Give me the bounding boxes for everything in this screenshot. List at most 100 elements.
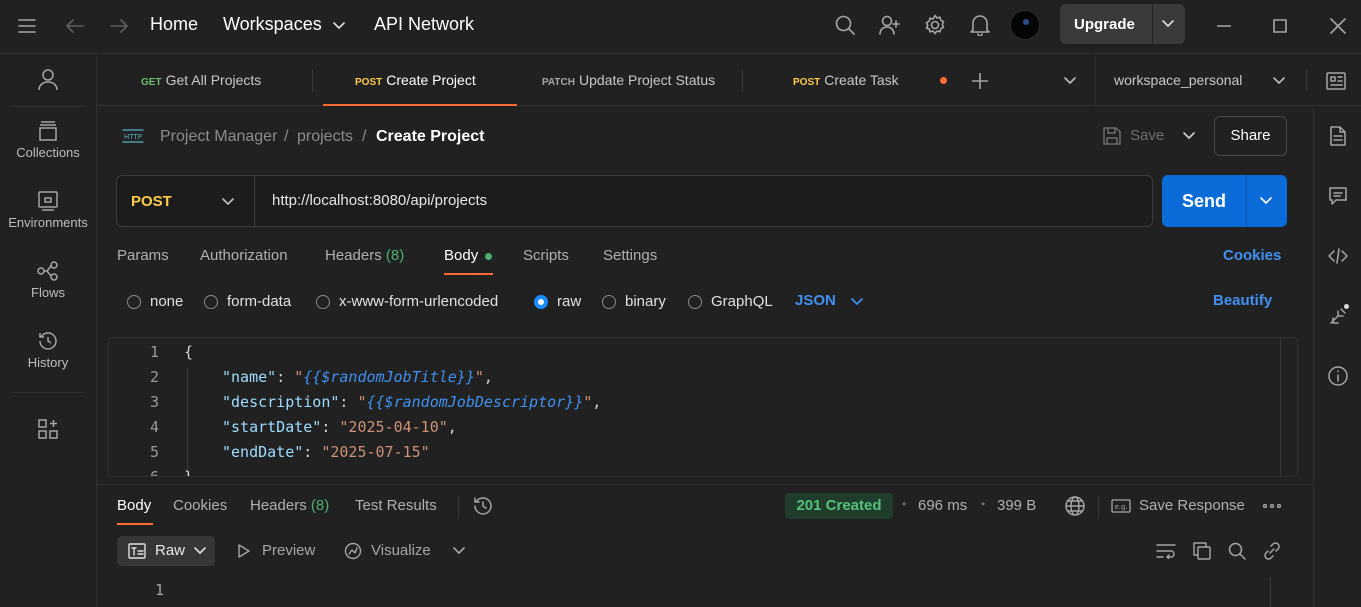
breadcrumb-folder[interactable]: projects xyxy=(297,128,353,146)
sidebar-item-history[interactable]: History xyxy=(0,331,96,370)
radio-none[interactable]: none xyxy=(127,293,183,310)
tab-update-project-status[interactable]: PATCH Update Project Status xyxy=(542,55,722,106)
search-icon[interactable] xyxy=(832,12,858,38)
status-badge[interactable]: 201 Created xyxy=(785,493,893,519)
tabs-overflow-chevron-icon[interactable] xyxy=(1062,73,1078,89)
cookies-link[interactable]: Cookies xyxy=(1223,247,1281,264)
tab-create-project[interactable]: POST Create Project xyxy=(323,55,517,106)
notifications-bell-icon[interactable] xyxy=(967,12,993,38)
api-network-link[interactable]: API Network xyxy=(374,14,474,35)
share-button[interactable]: Share xyxy=(1214,116,1287,156)
radio-label: binary xyxy=(625,293,666,310)
sidebar-item-flows[interactable]: Flows xyxy=(0,261,96,300)
view-mode-select[interactable]: Raw xyxy=(117,536,215,566)
response-history-icon[interactable] xyxy=(472,495,494,517)
save-options-chevron-icon[interactable] xyxy=(1181,128,1197,144)
radio-form-data[interactable]: form-data xyxy=(204,293,291,310)
response-scrollbar[interactable] xyxy=(1270,577,1271,607)
method-chevron-down-icon[interactable] xyxy=(221,195,235,209)
http-request-icon: HTTP xyxy=(120,126,146,146)
related-requests-icon[interactable] xyxy=(1326,304,1350,328)
configure-sidebar-button[interactable] xyxy=(0,419,96,439)
upgrade-button[interactable]: Upgrade xyxy=(1060,4,1185,44)
editor-scrollbar[interactable] xyxy=(1280,338,1281,476)
response-tab-headers[interactable]: Headers (8) xyxy=(250,497,329,514)
view-mode-label: Raw xyxy=(155,542,186,559)
tab-params[interactable]: Params xyxy=(117,247,169,264)
new-tab-plus-icon[interactable] xyxy=(970,71,990,91)
code-snippet-icon[interactable] xyxy=(1326,244,1350,268)
workspaces-menu[interactable]: Workspaces xyxy=(223,14,322,35)
json-string: "2025-07-15" xyxy=(321,443,430,461)
environment-selector[interactable]: workspace_personal xyxy=(1114,72,1294,92)
response-divider[interactable] xyxy=(97,484,1313,485)
sidebar-item-collections[interactable]: Collections xyxy=(0,121,96,160)
search-response-icon[interactable] xyxy=(1226,540,1248,562)
method-select[interactable]: POST xyxy=(131,193,172,210)
menu-icon[interactable] xyxy=(14,14,40,38)
line-number: 1 xyxy=(149,343,159,361)
tab-scripts[interactable]: Scripts xyxy=(523,247,569,264)
line-number: 5 xyxy=(149,443,159,461)
comments-icon[interactable] xyxy=(1326,184,1350,208)
response-tab-body[interactable]: Body xyxy=(117,497,151,514)
maximize-icon[interactable] xyxy=(1268,14,1292,38)
request-body-editor[interactable]: 1 2 3 4 5 6 { "name": "{{$randomJobTitle… xyxy=(108,337,1298,477)
line-number: 2 xyxy=(149,368,159,386)
send-button[interactable]: Send xyxy=(1162,175,1287,227)
chevron-down-icon[interactable] xyxy=(331,18,347,34)
tab-label: Create Project xyxy=(386,72,476,88)
top-bar: Home Workspaces API Network Upgrade xyxy=(0,0,1361,54)
preview-button[interactable]: Preview xyxy=(236,540,326,562)
back-arrow-icon[interactable] xyxy=(62,14,88,38)
minimize-icon[interactable] xyxy=(1212,14,1236,38)
settings-gear-icon[interactable] xyxy=(922,12,948,38)
response-tab-cookies[interactable]: Cookies xyxy=(173,497,227,514)
close-icon[interactable] xyxy=(1326,14,1350,38)
radio-binary[interactable]: binary xyxy=(602,293,666,310)
radio-raw[interactable]: raw xyxy=(534,293,581,310)
forward-arrow-icon[interactable] xyxy=(106,14,132,38)
response-size[interactable]: 399 B xyxy=(997,497,1036,514)
account-icon-button[interactable] xyxy=(0,69,96,91)
radio-urlencoded[interactable]: x-www-form-urlencoded xyxy=(316,293,498,310)
tab-authorization[interactable]: Authorization xyxy=(200,247,288,264)
radio-graphql[interactable]: GraphQL xyxy=(688,293,773,310)
home-link[interactable]: Home xyxy=(150,14,198,35)
invite-user-icon[interactable] xyxy=(877,12,903,38)
preview-label: Preview xyxy=(262,542,316,559)
json-variable: {{$randomJobTitle}} xyxy=(303,368,475,386)
more-options-icon[interactable] xyxy=(1262,500,1282,512)
format-select[interactable]: JSON xyxy=(795,292,836,309)
page-title[interactable]: Create Project xyxy=(376,128,485,146)
beautify-link[interactable]: Beautify xyxy=(1213,292,1272,309)
send-options-chevron-icon[interactable] xyxy=(1259,194,1273,208)
url-input[interactable]: http://localhost:8080/api/projects xyxy=(272,192,487,209)
info-icon[interactable] xyxy=(1326,364,1350,388)
visualize-chevron-down-icon[interactable] xyxy=(452,545,466,557)
view-mode-chevron-icon xyxy=(193,545,207,557)
tab-create-task[interactable]: POST Create Task xyxy=(793,55,947,106)
sidebar-item-environments[interactable]: Environments xyxy=(0,191,96,230)
tab-headers[interactable]: Headers (8) xyxy=(325,247,404,264)
headers-count-badge: (8) xyxy=(385,247,405,264)
network-globe-icon[interactable] xyxy=(1064,495,1086,517)
tab-get-all-projects[interactable]: GET Get All Projects xyxy=(141,55,313,106)
code-line: "description": "{{$randomJobDescriptor}}… xyxy=(222,393,602,411)
response-time[interactable]: 696 ms xyxy=(918,497,967,514)
breadcrumb-collection[interactable]: Project Manager xyxy=(160,128,277,146)
tab-settings[interactable]: Settings xyxy=(603,247,657,264)
upgrade-chevron-down-icon[interactable] xyxy=(1160,17,1176,31)
format-chevron-down-icon[interactable] xyxy=(850,295,864,309)
environment-quick-look-icon[interactable] xyxy=(1325,70,1347,92)
documentation-icon[interactable] xyxy=(1326,124,1350,148)
copy-icon[interactable] xyxy=(1191,540,1213,562)
code-line: } xyxy=(184,468,194,477)
visualize-button[interactable]: Visualize xyxy=(343,540,443,562)
link-icon[interactable] xyxy=(1261,540,1283,562)
avatar[interactable] xyxy=(1010,10,1040,40)
save-response-button[interactable]: e.g. Save Response xyxy=(1110,495,1250,517)
wrap-lines-icon[interactable] xyxy=(1155,540,1177,562)
response-tab-test-results[interactable]: Test Results xyxy=(355,497,437,514)
tab-body[interactable]: Body xyxy=(444,247,478,264)
